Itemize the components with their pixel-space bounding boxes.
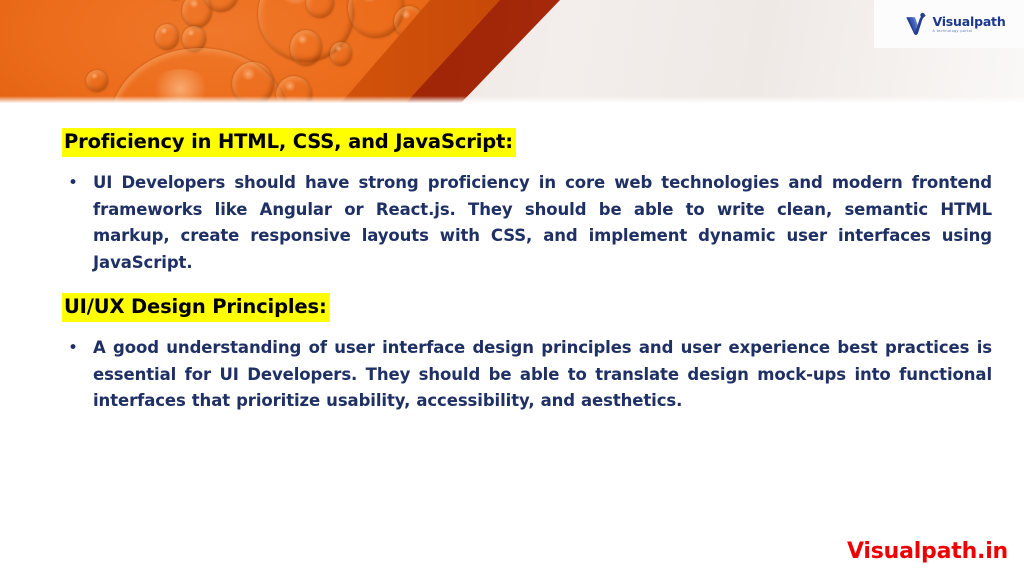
footer-website: Visualpath.in — [846, 539, 1008, 564]
section-1: Proficiency in HTML, CSS, and JavaScript… — [62, 128, 992, 157]
bullet-text: UI Developers should have strong profici… — [93, 172, 992, 273]
section-heading: Proficiency in HTML, CSS, and JavaScript… — [62, 128, 516, 157]
logo-wordmark: Visualpath — [932, 14, 1006, 30]
visualpath-v-mark-icon — [904, 12, 930, 38]
bubble — [86, 70, 108, 92]
bullet-item: • UI Developers should have strong profi… — [62, 170, 992, 277]
header-banner: Visualpath A technology portal — [0, 0, 1024, 104]
bubble — [155, 24, 179, 50]
slide-body: Proficiency in HTML, CSS, and JavaScript… — [62, 128, 992, 415]
presentation-slide: Visualpath A technology portal Proficien… — [0, 0, 1024, 576]
bullet-item: • A good understanding of user interface… — [62, 335, 992, 415]
section-2: UI/UX Design Principles: — [62, 292, 992, 322]
bullet-marker-icon: • — [68, 172, 79, 193]
bullet-marker-icon: • — [68, 337, 79, 358]
logo-tagline: A technology portal — [932, 29, 973, 34]
banner-bottom-fade — [0, 96, 1024, 104]
bullet-text: A good understanding of user interface d… — [93, 337, 992, 411]
bubble — [330, 42, 352, 66]
section-heading: UI/UX Design Principles: — [62, 292, 330, 322]
logo-container: Visualpath A technology portal — [874, 0, 1024, 48]
bubble — [290, 30, 322, 66]
